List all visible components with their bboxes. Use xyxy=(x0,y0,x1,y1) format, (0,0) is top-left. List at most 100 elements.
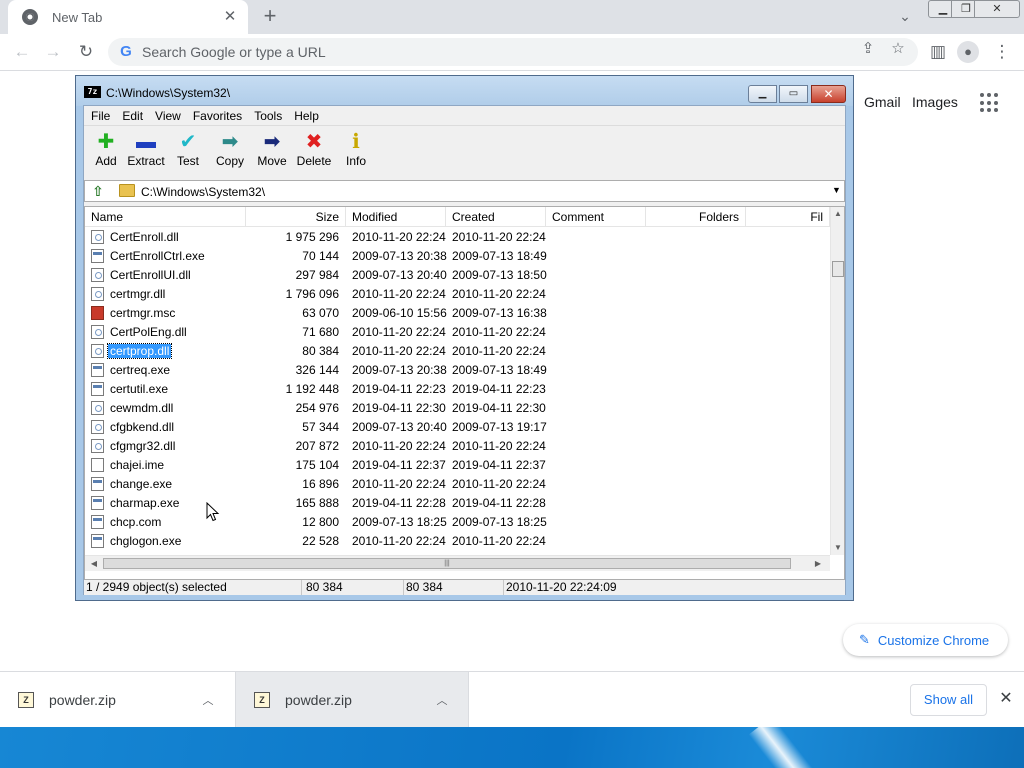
7zip-menubar: File Edit View Favorites Tools Help xyxy=(84,106,845,125)
menu-edit[interactable]: Edit xyxy=(122,106,149,125)
file-list[interactable]: Name Size Modified Created Comment Folde… xyxy=(84,206,845,580)
7zip-maximize-button[interactable]: ▭ xyxy=(779,85,808,103)
table-row[interactable]: cewmdm.dll 254 976 2019-04-11 22:30 2019-04… xyxy=(85,399,830,418)
7zip-titlebar[interactable]: 7z C:\Windows\System32\ ▁ ▭ ✕ xyxy=(76,76,853,106)
table-row[interactable]: certmgr.dll 1 796 096 2010-11-20 22:24 2010… xyxy=(85,285,830,304)
address-path[interactable]: C:\Windows\System32\ xyxy=(141,185,265,199)
table-row[interactable]: chajei.ime 175 104 2019-04-11 22:37 2019-04… xyxy=(85,456,830,475)
delete-icon: ✖ xyxy=(305,131,323,153)
table-row[interactable]: cfgbkend.dll 57 344 2009-07-13 20:40 2009-0… xyxy=(85,418,830,437)
reload-icon[interactable]: ↻ xyxy=(74,40,98,64)
file-size: 80 384 xyxy=(302,344,339,358)
up-folder-icon[interactable]: ⇧ xyxy=(88,182,108,200)
column-comment[interactable]: Comment xyxy=(546,207,646,227)
file-created: 2010-11-20 22:24 xyxy=(452,230,546,244)
7zip-minimize-button[interactable]: ▁ xyxy=(748,85,777,103)
file-modified: 2019-04-11 22:30 xyxy=(352,401,446,415)
table-row[interactable]: certprop.dll 80 384 2010-11-20 22:24 2010-1… xyxy=(85,342,830,361)
window-close-button[interactable]: ✕ xyxy=(974,0,1020,18)
pencil-icon: ✎ xyxy=(859,632,870,647)
tab-search-icon[interactable]: ⌄ xyxy=(896,8,914,26)
menu-help[interactable]: Help xyxy=(294,106,325,125)
scroll-down-icon[interactable]: ▼ xyxy=(831,541,844,555)
column-size[interactable]: Size xyxy=(246,207,346,227)
omnibox-input[interactable] xyxy=(142,44,918,60)
table-row[interactable]: charmap.exe 165 888 2019-04-11 22:28 2019-0… xyxy=(85,494,830,513)
chevron-up-icon[interactable]: ︿ xyxy=(198,692,218,708)
file-modified: 2010-11-20 22:24 xyxy=(352,325,446,339)
omnibox[interactable]: G xyxy=(108,38,918,66)
table-row[interactable]: change.exe 16 896 2010-11-20 22:24 2010-11-… xyxy=(85,475,830,494)
menu-view[interactable]: View xyxy=(155,106,187,125)
menu-file[interactable]: File xyxy=(91,106,116,125)
bookmark-star-icon[interactable]: ☆ xyxy=(888,40,908,58)
images-link[interactable]: Images xyxy=(912,94,958,110)
download-filename: powder.zip xyxy=(49,692,116,708)
7zip-close-button[interactable]: ✕ xyxy=(811,85,846,103)
file-size: 70 144 xyxy=(302,249,339,263)
gmail-link[interactable]: Gmail xyxy=(864,94,901,110)
column-name[interactable]: Name xyxy=(85,207,246,227)
file-created: 2010-11-20 22:24 xyxy=(452,477,546,491)
scroll-right-icon[interactable]: ▶ xyxy=(811,556,825,572)
table-row[interactable]: cfgmgr32.dll 207 872 2010-11-20 22:24 2010-… xyxy=(85,437,830,456)
table-row[interactable]: CertPolEng.dll 71 680 2010-11-20 22:24 2010… xyxy=(85,323,830,342)
test-button[interactable]: ✔ Test xyxy=(167,130,209,176)
profile-avatar-icon[interactable]: ● xyxy=(957,41,979,63)
column-created[interactable]: Created xyxy=(446,207,546,227)
table-row[interactable]: CertEnrollCtrl.exe 70 144 2009-07-13 20:38… xyxy=(85,247,830,266)
copy-button[interactable]: ➡ Copy xyxy=(209,130,251,176)
chevron-up-icon[interactable]: ︿ xyxy=(432,692,452,708)
close-shelf-icon[interactable]: ✕ xyxy=(997,690,1015,708)
7zip-window-title: C:\Windows\System32\ xyxy=(106,86,231,100)
move-icon: ➡ xyxy=(263,131,281,153)
scroll-up-icon[interactable]: ▲ xyxy=(831,207,844,221)
table-row[interactable]: chglogon.exe 22 528 2010-11-20 22:24 2010-1… xyxy=(85,532,830,551)
file-size: 207 872 xyxy=(295,439,339,453)
scroll-left-icon[interactable]: ◀ xyxy=(87,556,101,572)
new-tab-button[interactable]: + xyxy=(258,5,282,29)
file-size: 16 896 xyxy=(302,477,339,491)
show-all-downloads-button[interactable]: Show all xyxy=(910,684,987,716)
column-modified[interactable]: Modified xyxy=(346,207,446,227)
vertical-scroll-thumb[interactable] xyxy=(832,261,844,277)
file-size: 175 104 xyxy=(295,458,339,472)
chrome-logo-icon xyxy=(22,9,38,25)
table-row[interactable]: certutil.exe 1 192 448 2019-04-11 22:23 201… xyxy=(85,380,830,399)
side-panel-icon[interactable]: ▥ xyxy=(926,40,950,64)
extract-button[interactable]: ▬ Extract xyxy=(125,130,167,176)
google-icon: G xyxy=(120,43,132,60)
back-icon[interactable]: ← xyxy=(10,40,34,64)
address-dropdown-icon[interactable]: ▼ xyxy=(832,185,841,195)
customize-chrome-button[interactable]: ✎ Customize Chrome xyxy=(843,624,1008,656)
table-row[interactable]: CertEnrollUI.dll 297 984 2009-07-13 20:40 2… xyxy=(85,266,830,285)
column-files[interactable]: Fil xyxy=(746,207,830,227)
column-folders[interactable]: Folders xyxy=(646,207,746,227)
table-row[interactable]: certreq.exe 326 144 2009-07-13 20:38 2009-0… xyxy=(85,361,830,380)
table-row[interactable]: CertEnroll.dll 1 975 296 2010-11-20 22:24 2… xyxy=(85,228,830,247)
download-item[interactable]: Z powder.zip ︿ xyxy=(235,672,469,728)
7zip-toolbar: ✚ Add ▬ Extract ✔ Test ➡ Copy ➡ Move ✖ D… xyxy=(84,125,845,177)
table-row[interactable]: certmgr.msc 63 070 2009-06-10 15:56 2009-07… xyxy=(85,304,830,323)
chrome-menu-icon[interactable]: ⋮ xyxy=(990,40,1014,64)
move-button[interactable]: ➡ Move xyxy=(251,130,293,176)
file-created: 2010-11-20 22:24 xyxy=(452,534,546,548)
google-apps-icon[interactable] xyxy=(980,93,1000,113)
horizontal-scroll-thumb[interactable]: ||| xyxy=(103,558,791,569)
table-row[interactable]: chcp.com 12 800 2009-07-13 18:25 2009-07-13… xyxy=(85,513,830,532)
tab-close-icon[interactable]: ✕ xyxy=(222,9,238,25)
tab-new-tab[interactable]: New Tab ✕ xyxy=(8,0,248,34)
delete-button[interactable]: ✖ Delete xyxy=(293,130,335,176)
download-item[interactable]: Z powder.zip ︿ xyxy=(0,672,234,728)
horizontal-scrollbar[interactable]: ◀ ||| ▶ xyxy=(85,555,830,571)
7zip-address-bar[interactable]: ⇧ C:\Windows\System32\ ▼ xyxy=(84,180,845,202)
menu-tools[interactable]: Tools xyxy=(254,106,288,125)
forward-icon[interactable]: → xyxy=(41,40,65,64)
vertical-scrollbar[interactable]: ▲ ▼ xyxy=(830,207,844,555)
info-button[interactable]: ℹ Info xyxy=(335,130,377,176)
file-size: 254 976 xyxy=(295,401,339,415)
status-date: 2010-11-20 22:24:09 xyxy=(506,580,617,594)
menu-favorites[interactable]: Favorites xyxy=(193,106,248,125)
share-icon[interactable]: ⇪ xyxy=(858,40,878,58)
add-button[interactable]: ✚ Add xyxy=(85,130,127,176)
